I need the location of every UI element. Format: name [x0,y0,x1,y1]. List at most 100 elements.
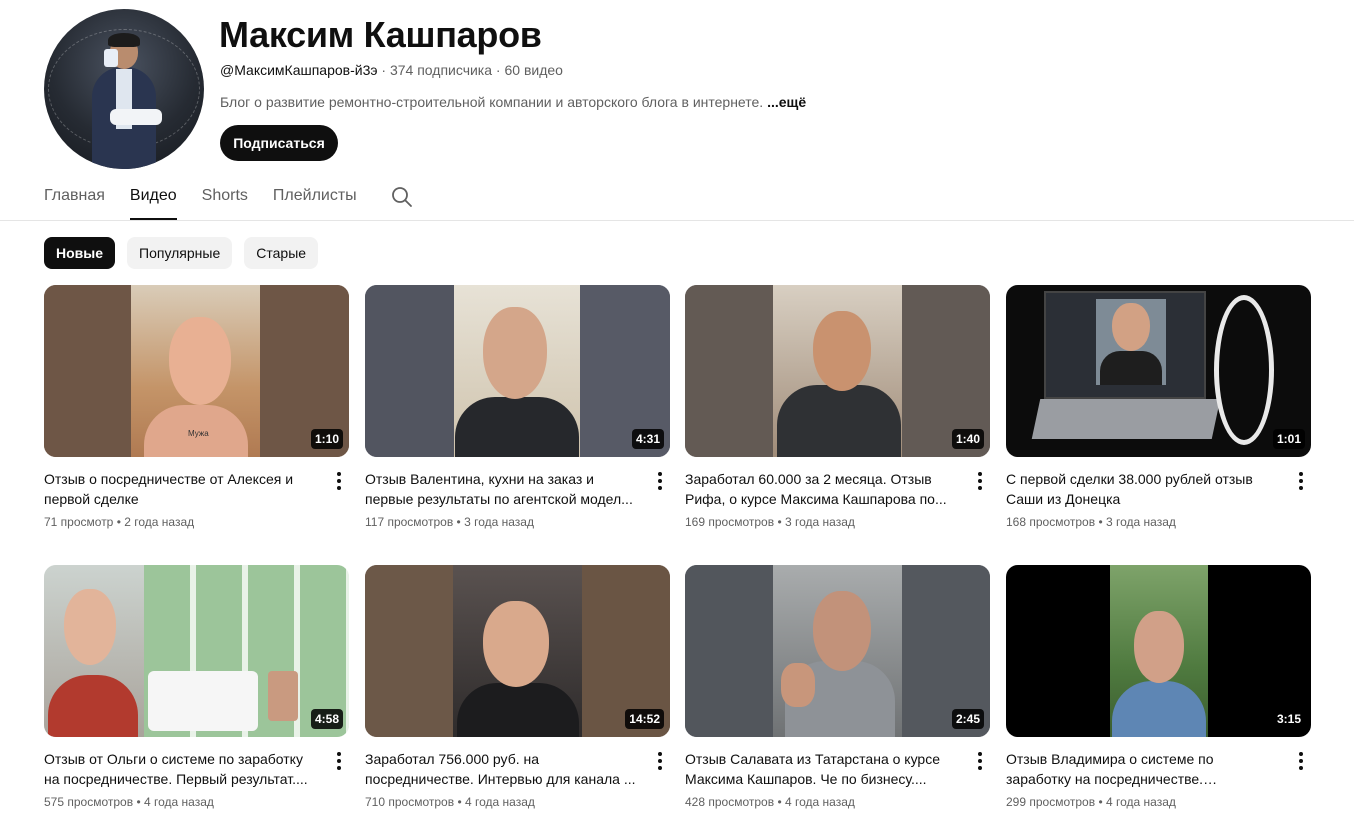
video-views: 575 просмотров [44,795,134,809]
video-duration: 1:40 [951,429,984,449]
thumb-person-torso [1100,351,1162,385]
channel-tabs: Главная Видео Shorts Плейлисты [44,178,382,220]
video-meta: 575 просмотров • 4 года назад [44,795,349,809]
tab-shorts[interactable]: Shorts [202,178,248,220]
thumb-person-face [64,589,116,665]
video-title[interactable]: Отзыв о посредничестве от Алексея и перв… [44,469,316,509]
more-actions-icon[interactable] [970,749,990,773]
more-actions-icon[interactable] [970,469,990,493]
tab-videos[interactable]: Видео [129,178,177,220]
channel-handle: @МаксимКашпаров-й3э [220,62,378,78]
video-duration: 1:01 [1272,429,1305,449]
chip-oldest[interactable]: Старые [244,237,319,269]
thumb-person-face [483,601,549,687]
more-actions-icon[interactable] [650,469,670,493]
channel-meta: @МаксимКашпаров-й3э · 374 подписчика · 6… [220,62,563,78]
chip-popular[interactable]: Популярные [127,237,233,269]
video-thumbnail[interactable]: 1:01 [1006,285,1311,457]
video-card[interactable]: 4:31 Отзыв Валентина, кухни на заказ и п… [365,285,670,529]
video-thumbnail[interactable]: 14:52 [365,565,670,737]
more-actions-icon[interactable] [650,749,670,773]
video-age: 3 года назад [1105,515,1176,529]
video-views: 169 просмотров [685,515,775,529]
video-views: 71 просмотр [44,515,114,529]
thumb-blur-left [365,285,454,457]
thumb-person-torso [777,385,901,457]
video-title[interactable]: Заработал 756.000 руб. на посредничестве… [365,749,637,789]
video-thumbnail[interactable]: Мужа 1:10 [44,285,349,457]
video-meta: 710 просмотров • 4 года назад [365,795,670,809]
thumb-blur-left [685,565,773,737]
video-thumbnail[interactable]: 4:31 [365,285,670,457]
video-title[interactable]: Отзыв Владимира о системе по заработку н… [1006,749,1278,789]
chip-newest[interactable]: Новые [44,237,116,269]
video-title[interactable]: Отзыв Валентина, кухни на заказ и первые… [365,469,637,509]
video-count: 60 видео [504,62,563,78]
meta-separator: · [381,62,387,78]
thumb-laptop-keyboard [1031,399,1221,439]
thumb-chat-card [148,671,258,731]
more-actions-icon[interactable] [1291,469,1311,493]
video-views: 428 просмотров [685,795,775,809]
meta-dot: • [457,795,462,809]
video-card[interactable]: 1:01 С первой сделки 38.000 рублей отзыв… [1006,285,1311,529]
subscribe-button[interactable]: Подписаться [220,125,338,161]
thumb-person-face [813,311,871,391]
video-title[interactable]: Заработал 60.000 за 2 месяца. Отзыв Рифа… [685,469,957,509]
thumb-ring-light [1214,295,1274,445]
more-actions-icon[interactable] [1291,749,1311,773]
thumb-caption: Мужа [188,429,209,438]
video-card[interactable]: Мужа 1:10 Отзыв о посредничестве от Алек… [44,285,349,529]
meta-separator: · [495,62,501,78]
video-duration: 4:58 [310,709,343,729]
meta-dot: • [1098,515,1103,529]
video-thumbnail[interactable]: 4:58 [44,565,349,737]
thumb-person-torso [457,683,579,737]
video-card[interactable]: 1:40 Заработал 60.000 за 2 месяца. Отзыв… [685,285,990,529]
tab-playlists[interactable]: Плейлисты [273,178,357,220]
video-duration: 14:52 [625,709,664,729]
video-meta: 71 просмотр • 2 года назад [44,515,349,529]
meta-dot: • [116,515,121,529]
video-age: 4 года назад [464,795,535,809]
video-age: 3 года назад [464,515,534,529]
video-views: 117 просмотров [365,515,454,529]
video-title[interactable]: Отзыв от Ольги о системе по заработку на… [44,749,316,789]
video-meta: 117 просмотров • 3 года назад [365,515,670,529]
video-card[interactable]: 2:45 Отзыв Салавата из Татарстана о курс… [685,565,990,809]
video-duration: 2:45 [951,709,984,729]
channel-avatar[interactable] [44,9,204,169]
thumb-person-face [483,307,547,399]
more-actions-icon[interactable] [329,469,349,493]
video-title[interactable]: С первой сделки 38.000 рублей отзыв Саши… [1006,469,1278,509]
sort-chips: Новые Популярные Старые [44,237,319,269]
meta-dot: • [456,515,461,529]
meta-dot: • [1098,795,1103,809]
video-duration: 4:31 [631,429,664,449]
video-views: 168 просмотров [1006,515,1096,529]
subscriber-count: 374 подписчика [389,62,493,78]
video-card[interactable]: 3:15 Отзыв Владимира о системе по зарабо… [1006,565,1311,809]
video-title[interactable]: Отзыв Салавата из Татарстана о курсе Мак… [685,749,957,789]
meta-dot: • [777,515,782,529]
video-meta: 169 просмотров • 3 года назад [685,515,990,529]
meta-dot: • [136,795,141,809]
search-icon[interactable] [390,185,414,209]
video-card[interactable]: 4:58 Отзыв от Ольги о системе по заработ… [44,565,349,809]
thumb-person-face [813,591,871,671]
tab-home[interactable]: Главная [44,178,105,220]
video-age: 2 года назад [124,515,195,529]
video-thumbnail[interactable]: 2:45 [685,565,990,737]
video-card[interactable]: 14:52 Заработал 756.000 руб. на посредни… [365,565,670,809]
video-age: 4 года назад [143,795,214,809]
more-actions-icon[interactable] [329,749,349,773]
video-age: 4 года назад [784,795,855,809]
video-thumbnail[interactable]: 3:15 [1006,565,1311,737]
channel-description[interactable]: Блог о развитие ремонтно-строительной ко… [220,94,806,110]
tabs-divider [0,220,1354,221]
description-more-link[interactable]: ...ещё [767,94,806,110]
thumb-blur-left [685,285,773,457]
thumb-blur-left [44,285,131,457]
thumb-person-torso [455,397,579,457]
video-thumbnail[interactable]: 1:40 [685,285,990,457]
